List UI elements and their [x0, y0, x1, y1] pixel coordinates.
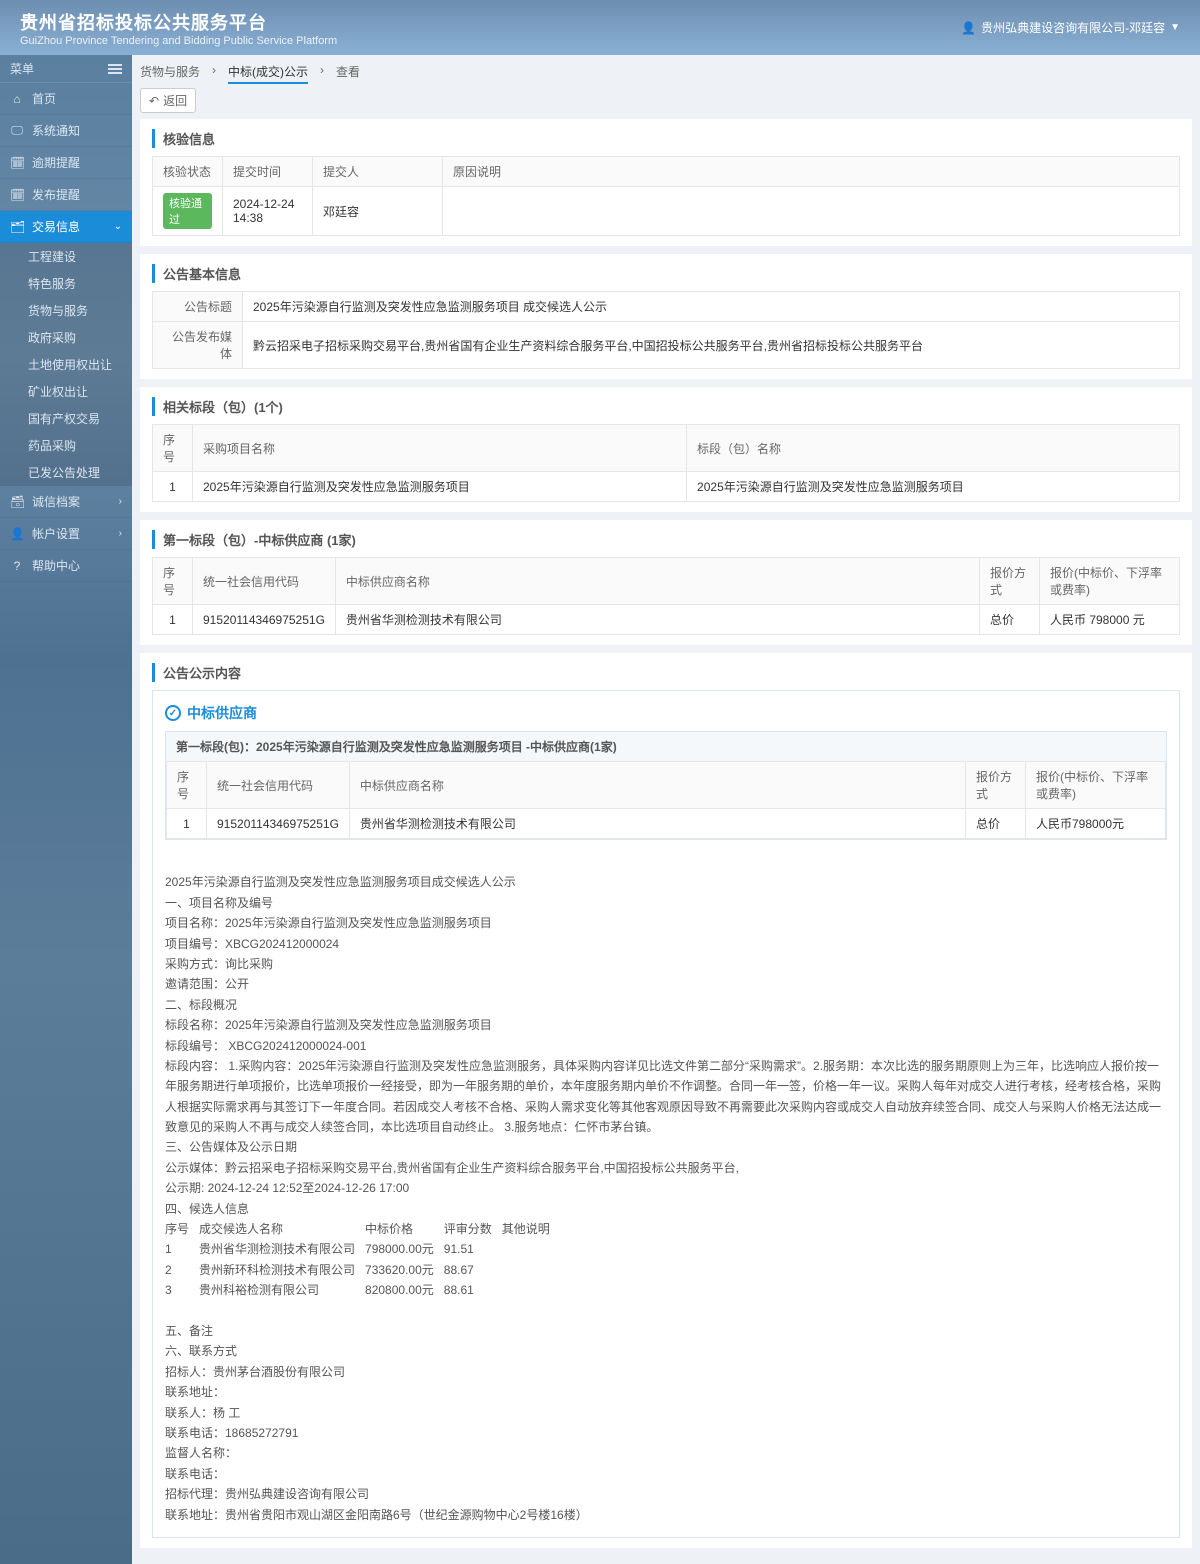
breadcrumb-item[interactable]: 货物与服务	[140, 63, 200, 84]
panel-title: 公告公示内容	[152, 663, 1180, 682]
sidebar-item-account[interactable]: 👤 帐户设置 ›	[0, 518, 132, 550]
table-row: 核验通过 2024-12-24 14:38 邓廷容	[153, 187, 1180, 236]
sub-item-land[interactable]: 土地使用权出让	[0, 351, 132, 378]
sidebar-label-account: 帐户设置	[32, 525, 80, 542]
sidebar-label-overdue: 逾期提醒	[32, 154, 80, 171]
label-media: 公告发布媒体	[153, 322, 243, 369]
app-subtitle: GuiZhou Province Tendering and Bidding P…	[20, 35, 337, 47]
content-panel: 公告公示内容 ✓ 中标供应商 第一标段(包)：2025年污染源自行监测及突发性应…	[140, 653, 1192, 1548]
sub-item-goods[interactable]: 货物与服务	[0, 297, 132, 324]
hamburger-icon[interactable]	[108, 64, 122, 74]
sidebar-item-trade[interactable]: 🗂 交易信息 ⌄	[0, 211, 132, 243]
user-icon: 👤	[10, 527, 24, 541]
back-button[interactable]: ↶ 返回	[140, 88, 196, 113]
panel-title: 核验信息	[152, 129, 1180, 148]
supplier-heading: ✓ 中标供应商	[165, 703, 1167, 723]
th-name: 中标供应商名称	[335, 558, 979, 605]
th-reason: 原因说明	[443, 157, 1180, 187]
sidebar-item-publish[interactable]: 🗓 发布提醒	[0, 179, 132, 211]
sidebar-label-publish: 发布提醒	[32, 186, 80, 203]
calendar-icon: 🗓	[10, 156, 24, 170]
sidebar-label-integrity: 诚信档案	[32, 493, 80, 510]
sidebar-label-notice: 系统通知	[32, 122, 80, 139]
label-title: 公告标题	[153, 292, 243, 322]
sub-item-gov[interactable]: 政府采购	[0, 324, 132, 351]
th-status: 核验状态	[153, 157, 223, 187]
sidebar-item-help[interactable]: ? 帮助中心	[0, 550, 132, 582]
badge-icon: ✓	[165, 705, 181, 721]
panel-title: 第一标段（包）-中标供应商 (1家)	[152, 530, 1180, 549]
app-title: 贵州省招标投标公共服务平台	[20, 9, 337, 35]
notice-body: 2025年污染源自行监测及突发性应急监测服务项目成交候选人公示 一、项目名称及编…	[165, 852, 1167, 1525]
th-no: 序号	[153, 558, 193, 605]
verify-panel: 核验信息 核验状态 提交时间 提交人 原因说明 核验通过 2024-12-24 …	[140, 119, 1192, 246]
sub-panel-title: 第一标段(包)：2025年污染源自行监测及突发性应急监测服务项目 -中标供应商(…	[166, 732, 1166, 761]
table-row: 公告标题2025年污染源自行监测及突发性应急监测服务项目 成交候选人公示	[153, 292, 1180, 322]
status-badge: 核验通过	[163, 193, 212, 229]
calendar-icon: 🗓	[10, 188, 24, 202]
value-title: 2025年污染源自行监测及突发性应急监测服务项目 成交候选人公示	[243, 292, 1180, 322]
cell-person: 邓廷容	[313, 187, 443, 236]
sub-item-special[interactable]: 特色服务	[0, 270, 132, 297]
caret-down-icon: ▼	[1170, 22, 1180, 33]
menu-label: 菜单	[10, 60, 34, 77]
user-icon: 👤	[961, 21, 976, 35]
sub-item-mining[interactable]: 矿业权出让	[0, 378, 132, 405]
sub-item-construction[interactable]: 工程建设	[0, 243, 132, 270]
th-method: 报价方式	[980, 558, 1040, 605]
chevron-right-icon: ›	[119, 496, 122, 507]
breadcrumb: 货物与服务› 中标(成交)公示› 查看	[140, 63, 1192, 84]
main-content: 货物与服务› 中标(成交)公示› 查看 ↶ 返回 核验信息 核验状态 提交时间 …	[132, 55, 1200, 1564]
th-price: 报价(中标价、下浮率或费率)	[1040, 558, 1180, 605]
home-icon: ⌂	[10, 92, 24, 106]
table-row: 12025年污染源自行监测及突发性应急监测服务项目2025年污染源自行监测及突发…	[153, 472, 1180, 502]
panel-title: 公告基本信息	[152, 264, 1180, 283]
sub-item-drug[interactable]: 药品采购	[0, 432, 132, 459]
table-row: 1 91520114346975251G 贵州省华测检测技术有限公司 总价 人民…	[153, 605, 1180, 635]
chevron-right-icon: ›	[119, 528, 122, 539]
th-sec: 标段（包）名称	[687, 425, 1180, 472]
cell-time: 2024-12-24 14:38	[223, 187, 313, 236]
verify-table: 核验状态 提交时间 提交人 原因说明 核验通过 2024-12-24 14:38…	[152, 156, 1180, 236]
sidebar-item-notice[interactable]: 🖵 系统通知	[0, 115, 132, 147]
app-header: 贵州省招标投标公共服务平台 GuiZhou Province Tendering…	[0, 0, 1200, 55]
candidate-table: 序号成交候选人名称中标价格评审分数其他说明 1贵州省华测检测技术有限公司7980…	[165, 1219, 560, 1301]
sidebar-item-home[interactable]: ⌂ 首页	[0, 83, 132, 115]
sidebar: 菜单 ⌂ 首页 🖵 系统通知 🗓 逾期提醒 🗓 发布提醒 🗂 交易信息 ⌄ 工程建设 特色服…	[0, 55, 132, 1564]
archive-icon: 🗃	[10, 495, 24, 509]
table-row: 1 91520114346975251G 贵州省华测检测技术有限公司 总价 人民…	[167, 809, 1166, 839]
monitor-icon: 🖵	[10, 123, 24, 138]
sidebar-trade-submenu: 工程建设 特色服务 货物与服务 政府采购 土地使用权出让 矿业权出让 国有产权交…	[0, 243, 132, 486]
user-name: 贵州弘典建设咨询有限公司-邓廷容	[981, 19, 1165, 36]
th-no: 序号	[153, 425, 193, 472]
back-label: 返回	[163, 92, 187, 109]
help-icon: ?	[10, 559, 24, 573]
breadcrumb-item[interactable]: 查看	[336, 63, 360, 84]
sidebar-label-trade: 交易信息	[32, 218, 80, 235]
related-panel: 相关标段（包）(1个) 序号采购项目名称标段（包）名称 12025年污染源自行监…	[140, 387, 1192, 512]
breadcrumb-item[interactable]: 中标(成交)公示	[228, 63, 308, 84]
th-proj: 采购项目名称	[193, 425, 687, 472]
sidebar-item-overdue[interactable]: 🗓 逾期提醒	[0, 147, 132, 179]
sidebar-label-home: 首页	[32, 90, 56, 107]
basic-panel: 公告基本信息 公告标题2025年污染源自行监测及突发性应急监测服务项目 成交候选…	[140, 254, 1192, 379]
user-menu[interactable]: 👤 贵州弘典建设咨询有限公司-邓廷容 ▼	[961, 19, 1180, 36]
th-time: 提交时间	[223, 157, 313, 187]
card-icon: 🗂	[10, 220, 24, 234]
th-person: 提交人	[313, 157, 443, 187]
value-media: 黔云招采电子招标采购交易平台,贵州省国有企业生产资料综合服务平台,中国招投标公共…	[243, 322, 1180, 369]
th-code: 统一社会信用代码	[193, 558, 336, 605]
sub-item-published[interactable]: 已发公告处理	[0, 459, 132, 486]
winner-panel: 第一标段（包）-中标供应商 (1家) 序号 统一社会信用代码 中标供应商名称 报…	[140, 520, 1192, 645]
panel-title: 相关标段（包）(1个)	[152, 397, 1180, 416]
chevron-down-icon: ⌄	[114, 221, 122, 232]
sidebar-item-integrity[interactable]: 🗃 诚信档案 ›	[0, 486, 132, 518]
sub-item-property[interactable]: 国有产权交易	[0, 405, 132, 432]
table-row: 公告发布媒体黔云招采电子招标采购交易平台,贵州省国有企业生产资料综合服务平台,中…	[153, 322, 1180, 369]
sidebar-label-help: 帮助中心	[32, 557, 80, 574]
